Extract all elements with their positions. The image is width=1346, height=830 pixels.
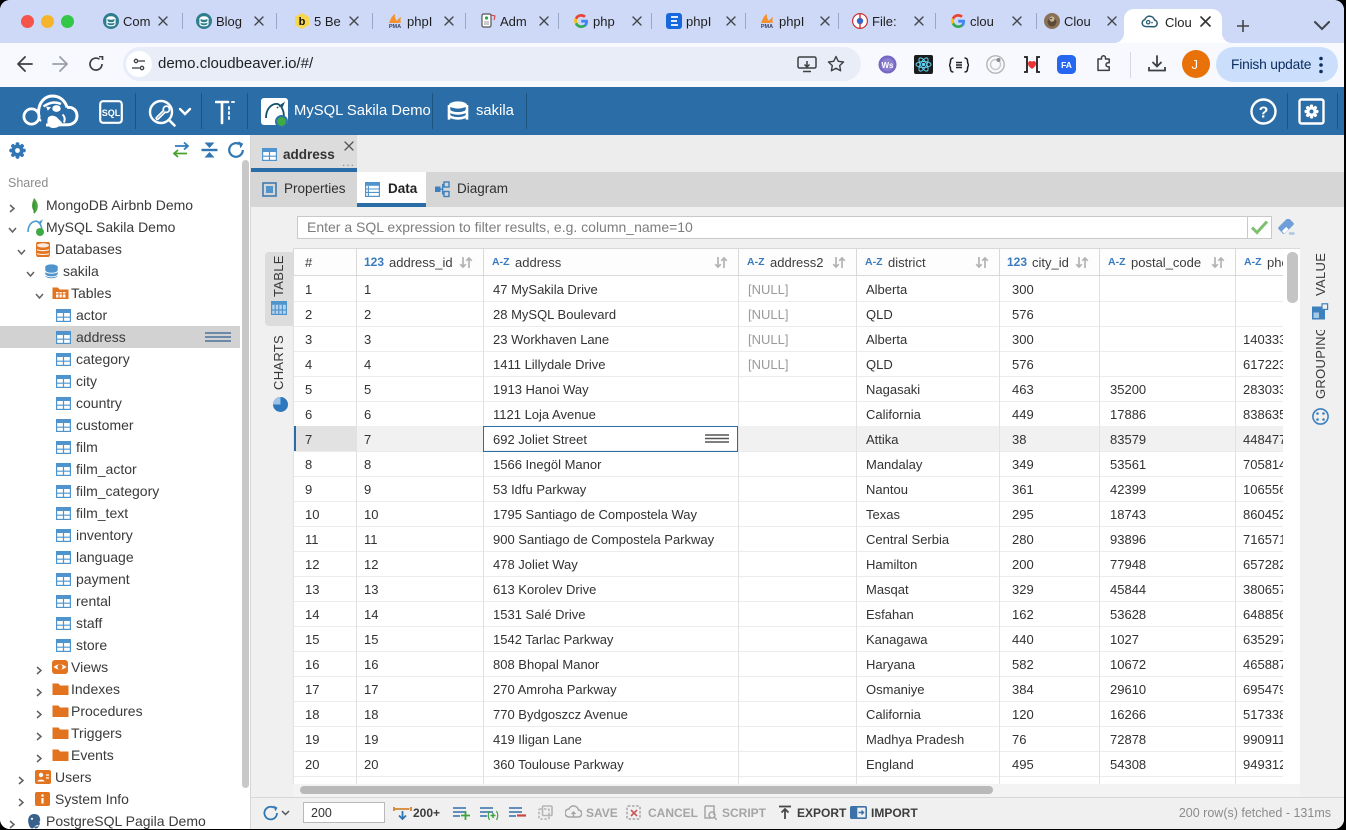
- svg-text:GROUPING: GROUPING: [1313, 330, 1328, 399]
- svg-text:CHARTS: CHARTS: [271, 335, 286, 390]
- svg-text:?: ?: [1259, 105, 1269, 122]
- svg-text:FA: FA: [1061, 60, 1072, 70]
- svg-text:SQL: SQL: [102, 108, 121, 118]
- svg-text:b: b: [299, 16, 306, 28]
- svg-text:VALUE: VALUE: [1313, 253, 1328, 296]
- svg-text:TABLE: TABLE: [271, 255, 286, 297]
- svg-text:Ws: Ws: [882, 61, 895, 70]
- svg-text:PMA: PMA: [761, 24, 773, 29]
- svg-text:PMA: PMA: [389, 24, 401, 29]
